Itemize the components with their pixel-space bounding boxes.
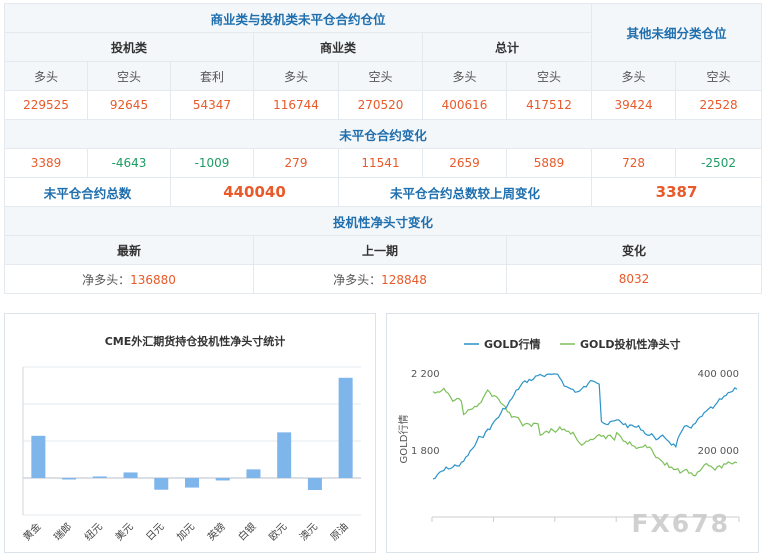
group-commercial: 商业类 [253,32,423,62]
col-spec-short: 空头 [87,61,171,91]
value-other-short: 22528 [675,90,763,120]
y-right-tick-200000: 200 000 [698,446,739,457]
bar-chart-title: CME外汇期货持仓投机性净头寸统计 [105,334,286,348]
group-speculative: 投机类 [4,32,254,62]
col-other-short: 空头 [675,61,763,91]
col-comm-long: 多头 [253,61,339,91]
bar-tick-label: 白银 [235,520,258,543]
week-change-value: 3387 [591,177,763,207]
positions-table: 商业类与投机类未平仓合约仓位 其他未细分类仓位 投机类 商业类 总计 多头 空头… [3,3,763,294]
col-other-long: 多头 [591,61,677,91]
change-comm-short: 11541 [338,148,423,178]
bar-chart: CME外汇期货持仓投机性净头寸统计 黄金 瑞郎 纽元 美元 日元 加元 英镑 白银 欧元 澳元 原油 [20,334,361,544]
bar-纽元[interactable] [92,476,107,478]
net-latest-prefix: 净多头： [82,272,131,287]
fx678-watermark: FX678 [631,509,730,538]
col-comm-short: 空头 [338,61,423,91]
bar-日元[interactable] [154,478,169,490]
bar-tick-label: 加元 [174,521,197,544]
bar-tick-label: 澳元 [297,520,320,543]
bar-tick-label: 纽元 [82,520,105,543]
bar-tick-label: 英镑 [205,520,228,543]
value-other-long: 39424 [591,90,677,120]
net-change-value: 8032 [505,264,763,294]
bar-tick-label: 黄金 [20,520,43,543]
change-title: 未平仓合约变化 [3,119,763,149]
net-previous-prefix: 净多头： [333,272,382,287]
value-total-long: 400616 [422,90,507,120]
bar-tick-label: 瑞郎 [51,520,74,543]
series-line-gold-price [432,373,738,480]
total-oi-label: 未平仓合约总数 [4,177,171,207]
col-spec-spread: 套利 [170,61,254,91]
week-change-label: 未平仓合约总数较上周变化 [337,177,593,207]
net-head-latest: 最新 [4,235,254,265]
col-total-short: 空头 [505,61,593,91]
bar-美元[interactable] [123,472,138,478]
y-right-tick-400000: 400 000 [698,369,739,380]
value-comm-long: 116744 [253,90,339,120]
bar-澳元[interactable] [307,478,322,491]
change-spec-long: 3389 [4,148,88,178]
bar-黄金[interactable] [31,435,46,478]
change-other-long: 728 [591,148,677,178]
net-latest-cell: 净多头：136880 [4,264,254,294]
net-latest-value: 136880 [130,272,176,287]
net-previous-value: 128848 [381,272,427,287]
bar-tick-label: 日元 [144,521,166,543]
bar-tick-label: 原油 [327,520,350,543]
net-head-change: 变化 [505,235,763,265]
bar-tick-label: 美元 [112,520,135,543]
change-spec-short: -4643 [87,148,171,178]
bar-白银[interactable] [246,469,261,478]
legend-gold-net-label: GOLD投机性净头寸 [580,337,681,351]
net-head-previous: 上一期 [253,235,507,265]
value-comm-short: 270520 [338,90,423,120]
change-comm-long: 279 [253,148,339,178]
bar-tick-label: 欧元 [267,521,290,544]
change-total-long: 2659 [422,148,507,178]
series-line-gold-net-position [432,387,738,477]
y-left-tick-2200: 2 200 [411,369,440,380]
change-total-short: 5889 [505,148,593,178]
bar-加元[interactable] [185,478,199,488]
y-left-tick-1800: 1 800 [411,446,440,457]
other-positions-title: 其他未细分类仓位 [591,3,763,62]
legend-gold-net-position[interactable]: GOLD投机性净头寸 [560,337,681,351]
bar-欧元[interactable] [277,432,292,478]
legend-gold-price-label: GOLD行情 [484,337,541,351]
value-spec-spread: 54347 [170,90,254,120]
bar-瑞郎[interactable] [62,478,77,480]
bar-英镑[interactable] [215,478,230,481]
net-position-title: 投机性净头寸变化 [3,206,763,236]
gold-line-chart-panel: GOLD行情 GOLD投机性净头寸 2 200 1 800 400 000 20… [386,313,759,553]
group-total: 总计 [421,32,593,62]
value-total-short: 417512 [505,90,593,120]
net-position-bar-chart-panel: CME外汇期货持仓投机性净头寸统计 黄金 瑞郎 纽元 美元 日元 加元 英镑 白银 欧元 澳元 原油 [4,313,376,553]
col-spec-long: 多头 [4,61,88,91]
col-total-long: 多头 [422,61,507,91]
y-left-axis-label: GOLD行情 [397,415,410,464]
change-other-short: -2502 [675,148,763,178]
change-spec-spread: -1009 [170,148,254,178]
value-spec-short: 92645 [87,90,171,120]
table-title: 商业类与投机类未平仓合约仓位 [3,3,593,33]
net-previous-cell: 净多头：128848 [253,264,507,294]
value-spec-long: 229525 [4,90,88,120]
legend-gold-price[interactable]: GOLD行情 [464,337,541,351]
total-oi-value: 440040 [170,177,339,207]
bar-原油[interactable] [338,377,353,478]
